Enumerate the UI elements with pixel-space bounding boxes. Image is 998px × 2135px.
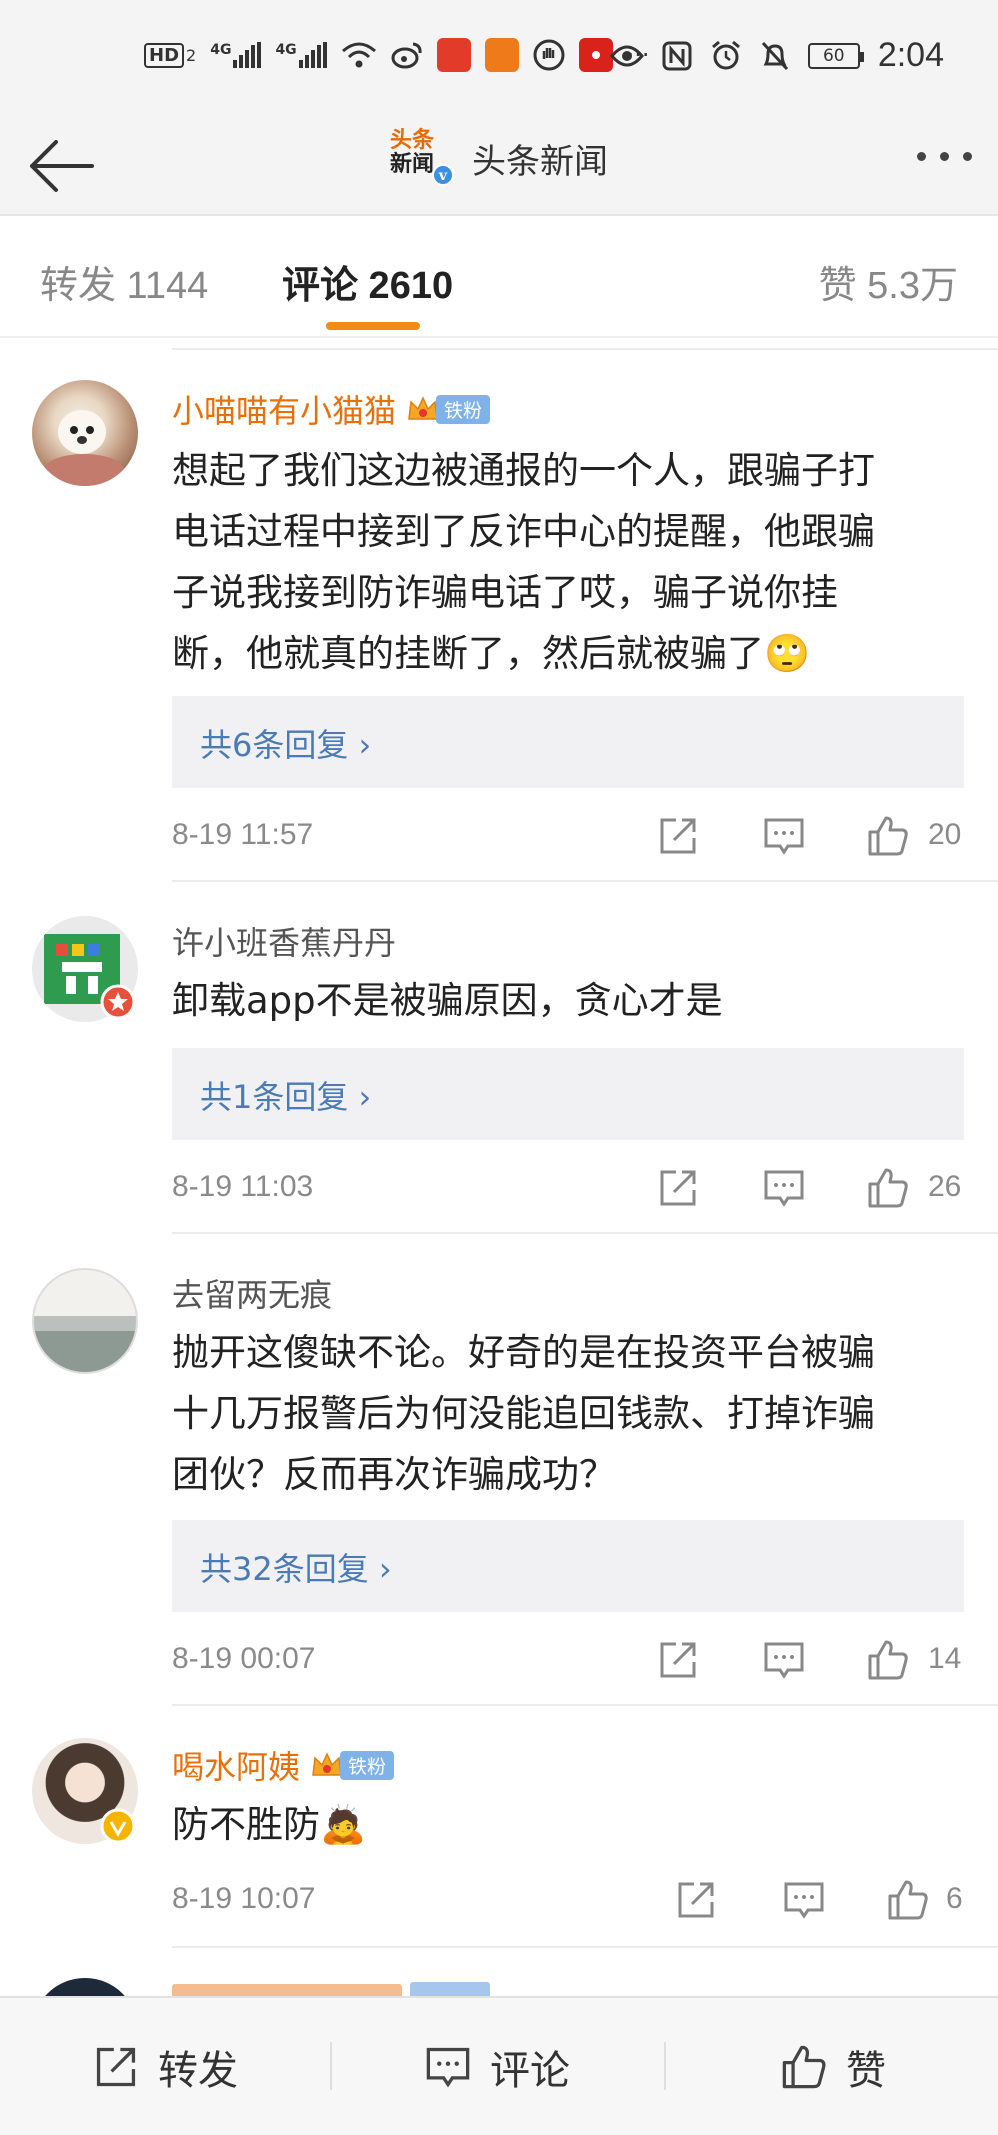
comment-item: 小喵喵有小猫猫 铁粉 想起了我们这边被通报的一个人，跟骗子打 电话过程中接到了反… xyxy=(0,368,998,880)
back-arrow-icon[interactable] xyxy=(26,136,96,196)
like-count: 20 xyxy=(928,818,962,851)
bottom-separator xyxy=(664,2042,666,2090)
status-bar: HD 2 4G 4G ··· 60 2:04 xyxy=(0,0,998,116)
fan-badge: 铁粉 xyxy=(406,393,491,425)
weibo-icon xyxy=(391,42,422,69)
like-icon[interactable] xyxy=(866,814,910,858)
crown-icon xyxy=(312,1752,342,1776)
signal-icon-2: 4G xyxy=(275,42,327,68)
comment-author[interactable]: 小喵喵有小猫猫 铁粉 xyxy=(172,386,491,432)
nav-bar: 头条 新闻 v 头条新闻 xyxy=(0,116,998,216)
like-count: 26 xyxy=(928,1170,962,1203)
share-icon[interactable] xyxy=(656,1638,700,1682)
comment-icon[interactable] xyxy=(762,1166,806,1210)
comment-item: 去留两无痕 抛开这傻缺不论。好奇的是在投资平台被骗 十几万报警后为何没能追回钱款… xyxy=(0,1252,998,1704)
like-count: 14 xyxy=(928,1642,962,1675)
account-name: 头条新闻 xyxy=(472,141,608,182)
comment-divider xyxy=(172,1232,998,1234)
share-icon xyxy=(96,2047,136,2087)
share-icon[interactable] xyxy=(656,1166,700,1210)
wifi-icon xyxy=(341,42,376,68)
bottom-action-bar: 转发 评论 赞 xyxy=(0,1996,998,2135)
comment-button[interactable]: 评论 xyxy=(424,2038,570,2096)
alarm-icon xyxy=(711,40,740,69)
share-icon[interactable] xyxy=(656,814,700,858)
like-icon[interactable] xyxy=(866,1638,910,1682)
nfc-icon xyxy=(662,41,692,70)
comment-divider xyxy=(172,1704,998,1706)
clock: 2:04 xyxy=(877,36,944,74)
crown-icon xyxy=(408,396,438,420)
comment-item: 许小班香蕉丹丹 卸载app不是被骗原因，贪心才是 共1条回复 › 8-19 11… xyxy=(0,900,998,1232)
comment-text: 抛开这傻缺不论。好奇的是在投资平台被骗 十几万报警后为何没能追回钱款、打掉诈骗 … xyxy=(172,1331,875,1496)
comment-icon[interactable] xyxy=(782,1878,826,1922)
list-top-divider xyxy=(172,348,998,350)
comment-meta: 8-19 10:07 6 xyxy=(172,1878,964,1922)
status-icons-right: 60 2:04 xyxy=(609,36,944,75)
like-icon[interactable] xyxy=(886,1878,930,1922)
comment-time: 8-19 00:07 xyxy=(172,1642,316,1675)
sim-slot-label: 2 xyxy=(186,45,197,65)
share-icon[interactable] xyxy=(674,1878,718,1922)
comment-time: 8-19 11:57 xyxy=(172,818,314,851)
like-button[interactable]: 赞 xyxy=(780,2038,886,2096)
like-icon xyxy=(782,2045,826,2089)
comment-author[interactable]: 去留两无痕 xyxy=(172,1270,332,1316)
battery-icon: 60 xyxy=(807,42,864,69)
comment-icon[interactable] xyxy=(762,1638,806,1682)
official-badge-icon xyxy=(100,984,136,1020)
comment-item: 喝水阿姨 铁粉 防不胜防🙇 8-19 10:07 6 xyxy=(0,1724,998,1946)
hand-icon xyxy=(533,39,565,71)
tab-indicator xyxy=(326,322,420,330)
verified-badge-icon xyxy=(100,1808,136,1844)
more-options-button[interactable] xyxy=(917,152,972,161)
account-logo: 头条 新闻 v xyxy=(390,128,454,188)
replies-link[interactable]: 共1条回复 › xyxy=(172,1048,964,1140)
mute-icon xyxy=(761,41,788,70)
comment-author[interactable]: 喝水阿姨 铁粉 xyxy=(172,1742,395,1788)
replies-link[interactable]: 共6条回复 › xyxy=(172,696,964,788)
tab-comments[interactable]: 评论 2610 xyxy=(282,254,453,309)
fan-badge: 铁粉 xyxy=(310,1749,395,1781)
status-icons-left: HD 2 4G 4G ··· xyxy=(144,38,650,72)
avatar[interactable] xyxy=(32,1268,138,1374)
comment-divider xyxy=(172,880,998,882)
hd-voice-icon: HD xyxy=(144,42,185,68)
comment-time: 8-19 10:07 xyxy=(172,1882,316,1915)
comment-author[interactable]: 许小班香蕉丹丹 xyxy=(172,918,396,964)
record-icon xyxy=(578,38,613,72)
like-icon[interactable] xyxy=(866,1166,910,1210)
comment-meta: 8-19 11:03 26 xyxy=(172,1166,964,1210)
tab-bar: 转发 1144 评论 2610 赞 5.3万 xyxy=(0,218,998,338)
comment-text: 想起了我们这边被通报的一个人，跟骗子打 电话过程中接到了反诈中心的提醒，他跟骗 … xyxy=(172,449,875,675)
app-notification-icon-orange xyxy=(484,38,519,72)
account-header[interactable]: 头条 新闻 v 头条新闻 xyxy=(390,128,608,188)
signal-icon: 4G xyxy=(210,42,262,68)
comment-meta: 8-19 00:07 14 xyxy=(172,1638,964,1682)
tab-likes[interactable]: 赞 5.3万 xyxy=(819,254,958,309)
bottom-separator xyxy=(330,2042,332,2090)
comment-icon[interactable] xyxy=(762,814,806,858)
verified-icon: v xyxy=(432,164,454,186)
tab-repost[interactable]: 转发 1144 xyxy=(40,254,208,309)
app-notification-icon-red xyxy=(436,38,471,72)
eye-icon xyxy=(609,45,644,66)
comment-divider xyxy=(172,1946,998,1948)
comment-icon xyxy=(426,2047,470,2088)
next-comment-peek xyxy=(0,1970,998,1996)
repost-button[interactable]: 转发 xyxy=(92,2038,238,2096)
avatar[interactable] xyxy=(32,380,138,486)
comment-text: 防不胜防🙇 xyxy=(172,1803,367,1846)
comment-time: 8-19 11:03 xyxy=(172,1170,314,1203)
comment-text: 卸载app不是被骗原因，贪心才是 xyxy=(172,979,723,1022)
comment-meta: 8-19 11:57 20 xyxy=(172,814,964,858)
replies-link[interactable]: 共32条回复 › xyxy=(172,1520,964,1612)
like-count: 6 xyxy=(946,1882,963,1915)
